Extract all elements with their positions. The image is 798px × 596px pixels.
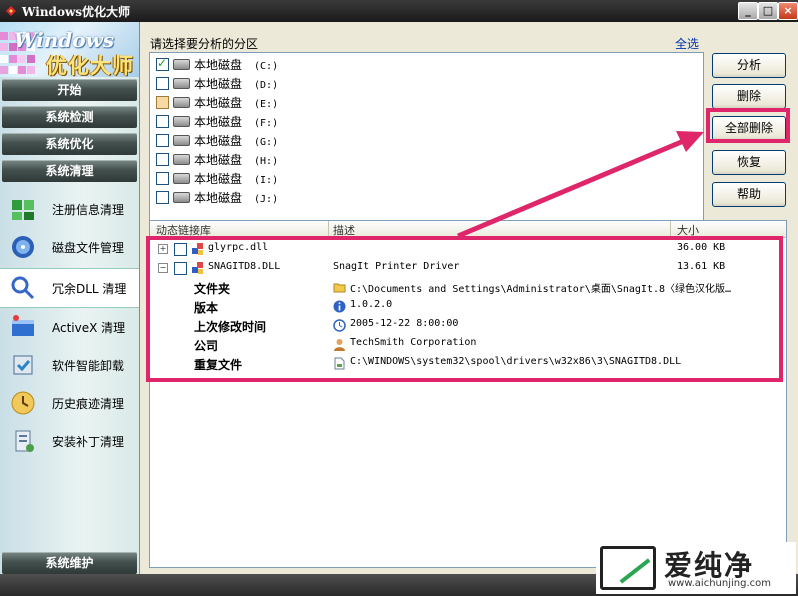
watermark-logo: 爱纯净 www.aichunjing.com [596,542,796,594]
watermark-url: www.aichunjing.com [668,578,771,589]
watermark-mark [600,546,656,590]
app-window: Windows优化大师 _ □ × Windows 优化大师 开始 系统检测 系… [0,0,798,596]
annotation-arrow [457,131,704,239]
